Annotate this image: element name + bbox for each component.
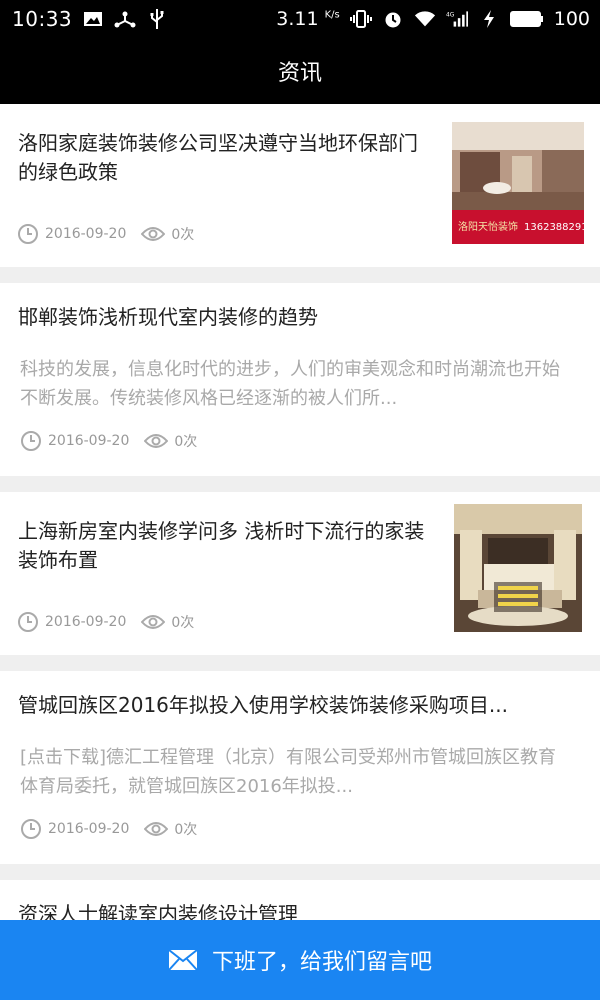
alarm-icon [382,8,404,30]
article-thumbnail[interactable]: 洛阳天怡装饰 13623882917 [452,122,584,244]
article-summary: 科技的发展，信息化时代的进步，人们的审美观念和时尚潮流也开始不断发展。传统装修风… [20,359,560,409]
article-views: 0次 [174,434,198,450]
signal-4g-icon: 4G [446,8,468,30]
article-title[interactable]: 上海新房室内装修学问多 浅析时下流行的家装装饰布置 [18,517,430,575]
eye-icon [141,226,166,242]
wifi-icon [414,8,436,30]
eye-icon [144,433,169,449]
image-icon [82,8,104,30]
battery-level: 100 [553,8,590,30]
article-views: 0次 [171,615,195,631]
article-title[interactable]: 洛阳家庭装饰装修公司坚决遵守当地环保部门的绿色政策 [18,129,430,187]
article-meta: 2016-09-20 0次 [20,430,197,452]
mail-icon [168,949,198,971]
eye-icon [141,614,166,630]
page-header: 资讯 [0,38,600,104]
leave-message-button[interactable]: 下班了，给我们留言吧 [0,920,600,1000]
article-date: 2016-09-20 [45,226,127,242]
status-bar: 10:33 3.11 K/s 4G 100 [0,0,600,38]
article-card[interactable]: 上海新房室内装修学问多 浅析时下流行的家装装饰布置 2016-09-20 0次 [0,492,600,655]
usb-icon [146,8,168,30]
article-meta: 2016-09-20 0次 [20,818,197,840]
charging-icon [478,8,500,30]
network-speed: 3.11 K/s [276,8,340,30]
clock-icon [20,818,42,840]
article-views: 0次 [174,822,198,838]
article-card[interactable]: 洛阳家庭装饰装修公司坚决遵守当地环保部门的绿色政策 2016-09-20 0次 [0,104,600,267]
clock-icon [20,430,42,452]
article-card[interactable]: 管城回族区2016年拟投入使用学校装饰装修采购项目... [点击下载]德汇工程管… [0,671,600,864]
article-views: 0次 [171,227,195,243]
article-date: 2016-09-20 [48,821,130,837]
article-title[interactable]: 邯郸装饰浅析现代室内装修的趋势 [18,303,570,332]
article-card[interactable]: 邯郸装饰浅析现代室内装修的趋势 科技的发展，信息化时代的进步，人们的审美观念和时… [0,283,600,476]
article-meta: 2016-09-20 0次 [17,611,194,633]
svg-text:4G: 4G [446,12,455,18]
leave-message-label: 下班了，给我们留言吧 [211,950,432,975]
article-date: 2016-09-20 [48,433,130,449]
clock-icon [17,611,39,633]
status-time: 10:33 [12,7,73,31]
usb-share-icon [114,8,136,30]
article-summary: [点击下载]德汇工程管理（北京）有限公司受郑州市管城回族区教育体育局委托，就管城… [20,747,557,797]
article-date: 2016-09-20 [45,614,127,630]
battery-icon [509,8,544,30]
vibrate-icon [349,8,372,30]
thumbnail-phone: 13623882917 [524,222,584,233]
page-title: 资讯 [277,61,322,86]
article-list[interactable]: 洛阳家庭装饰装修公司坚决遵守当地环保部门的绿色政策 2016-09-20 0次 [0,104,600,976]
article-title[interactable]: 管城回族区2016年拟投入使用学校装饰装修采购项目... [18,691,570,720]
clock-icon [17,223,39,245]
article-meta: 2016-09-20 0次 [17,223,194,245]
thumbnail-caption: 洛阳天怡装饰 [458,220,518,233]
eye-icon [144,821,169,837]
article-thumbnail[interactable] [454,504,582,632]
